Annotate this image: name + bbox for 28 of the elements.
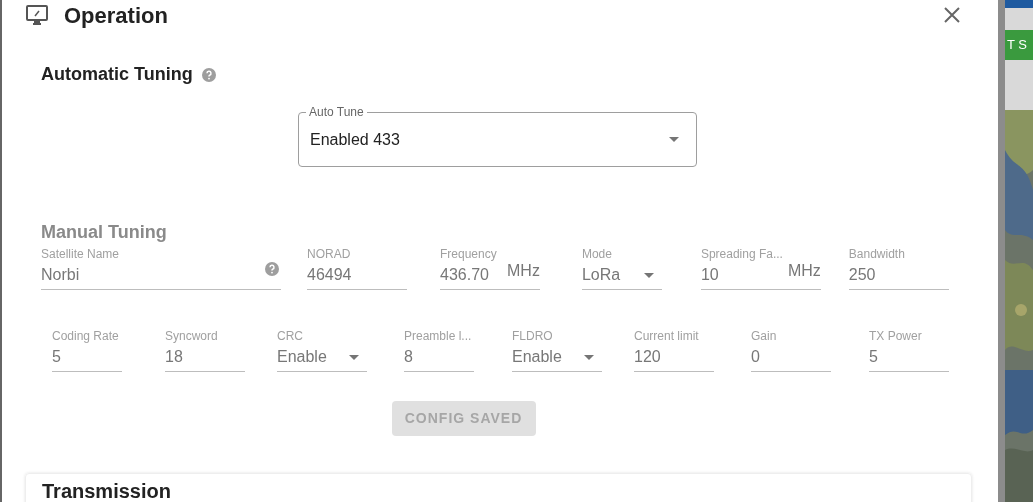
close-button[interactable] [942,5,962,25]
monitor-icon [25,4,49,26]
field-label: Gain [751,329,778,343]
app-button[interactable]: T S [1005,30,1033,60]
caret-icon [584,355,594,360]
caret-icon [669,137,679,142]
field-label: NORAD [307,247,352,261]
field-label: Frequency [440,247,498,261]
field-label: Coding Rate [52,329,120,343]
field-label: Preamble l... [404,329,473,343]
field-label: FLDRO [512,329,554,343]
field-label: Current limit [634,329,700,343]
field-label: Bandwidth [848,247,906,261]
header-bar [1005,0,1033,8]
help-icon[interactable] [201,67,216,82]
caret-icon [643,273,654,278]
field-label: Syncword [165,329,219,343]
field-label: Satellite Name [41,247,121,261]
field-label: Spreading Fa... [700,247,784,261]
section-heading: Automatic Tuning [41,63,193,86]
field-label: Mode [581,247,613,261]
section-heading: Manual Tuning [40,221,168,244]
dialog-title: Operation [64,1,168,30]
section-heading: Transmission [42,480,172,502]
field-label: CRC [277,329,304,343]
caret-icon [349,355,359,360]
scrollbar[interactable] [998,0,1005,502]
field-label: TX Power [869,329,923,343]
